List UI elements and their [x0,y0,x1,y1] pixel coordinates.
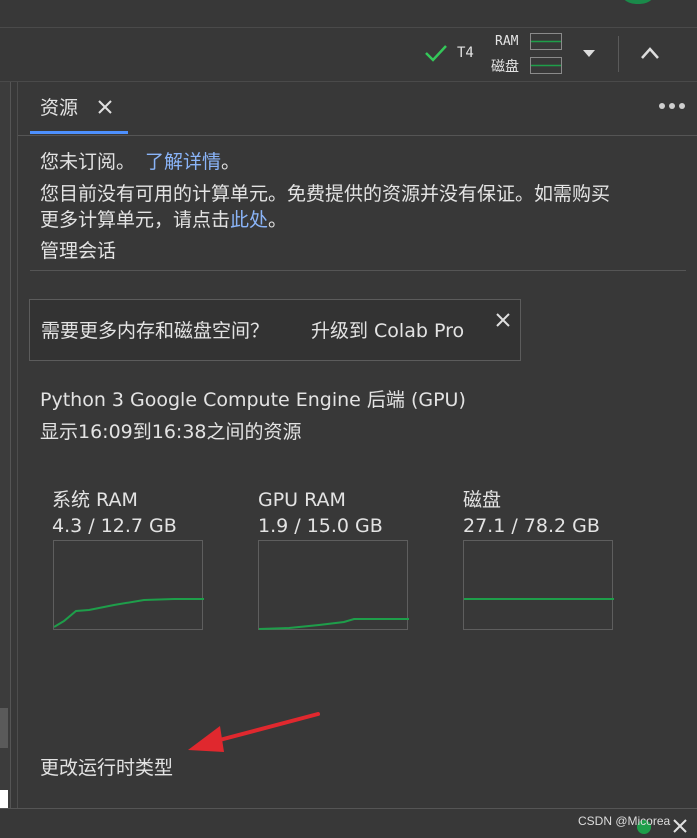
ram-label: RAM [495,34,519,49]
not-subscribed-text: 您未订阅。 [40,151,136,173]
close-icon[interactable] [672,818,688,834]
meter-ram-value: 4.3 / 12.7 GB [52,515,177,537]
meter-gpu-value: 1.9 / 15.0 GB [258,515,383,537]
section-divider [30,270,686,271]
chevron-up-icon[interactable] [640,46,660,60]
check-icon [425,45,447,62]
click-here-link[interactable]: 此处 [230,209,268,231]
close-icon[interactable] [97,99,113,115]
meter-gpu-label: GPU RAM [258,489,346,511]
change-runtime-type-link[interactable]: 更改运行时类型 [40,754,173,782]
panel-border [17,82,18,808]
meter-disk-label: 磁盘 [463,489,502,511]
subscription-line: 您未订阅。 了解详情。 [40,148,240,176]
no-units-prefix: 更多计算单元，请点击 [40,209,231,231]
disk-label: 磁盘 [491,59,519,75]
close-icon[interactable] [495,312,511,328]
ram-usage-line [54,598,204,628]
tab-active-indicator [30,131,128,134]
scrollbar-thumb[interactable] [0,708,8,748]
gpu-type-label[interactable]: T4 [457,45,474,61]
no-units-line2: 更多计算单元，请点击此处。 [40,206,287,234]
time-range-info: 显示16:09到16:38之间的资源 [40,421,302,443]
more-vert-icon[interactable] [658,102,686,110]
disk-meter-icon[interactable] [530,57,563,75]
gpu-usage-line [259,618,409,630]
left-edge-fragment [0,790,8,808]
toolbar-divider [618,36,619,72]
no-units-suffix: 。 [268,209,288,231]
meter-disk-graph [463,540,614,630]
meter-gpu-graph [258,540,409,630]
runtime-toolbar: T4 RAM 磁盘 [0,28,697,82]
tab-resources[interactable]: 资源 [40,94,78,122]
backend-info: Python 3 Google Compute Engine 后端 (GPU) [40,389,466,411]
panel-tab-bar [18,82,697,136]
meter-disk-value: 27.1 / 78.2 GB [463,515,600,537]
no-units-line1: 您目前没有可用的计算单元。免费提供的资源并没有保证。如需购买 [40,183,611,205]
ram-meter-icon[interactable] [530,33,563,51]
annotation-arrow [188,712,320,752]
disk-usage-line [464,598,614,600]
period: 。 [221,151,241,173]
top-strip [0,0,697,28]
upgrade-question: 需要更多内存和磁盘空间？ [41,320,270,342]
upgrade-pro-link[interactable]: 升级到 Colab Pro [311,317,464,345]
manage-sessions-link[interactable]: 管理会话 [40,237,116,265]
meter-ram-graph [53,540,204,630]
dropdown-triangle-icon[interactable] [582,49,596,59]
watermark: CSDN @Micorea [578,814,671,828]
meter-ram-label: 系统 RAM [52,489,138,511]
learn-more-link[interactable]: 了解详情 [145,151,221,173]
